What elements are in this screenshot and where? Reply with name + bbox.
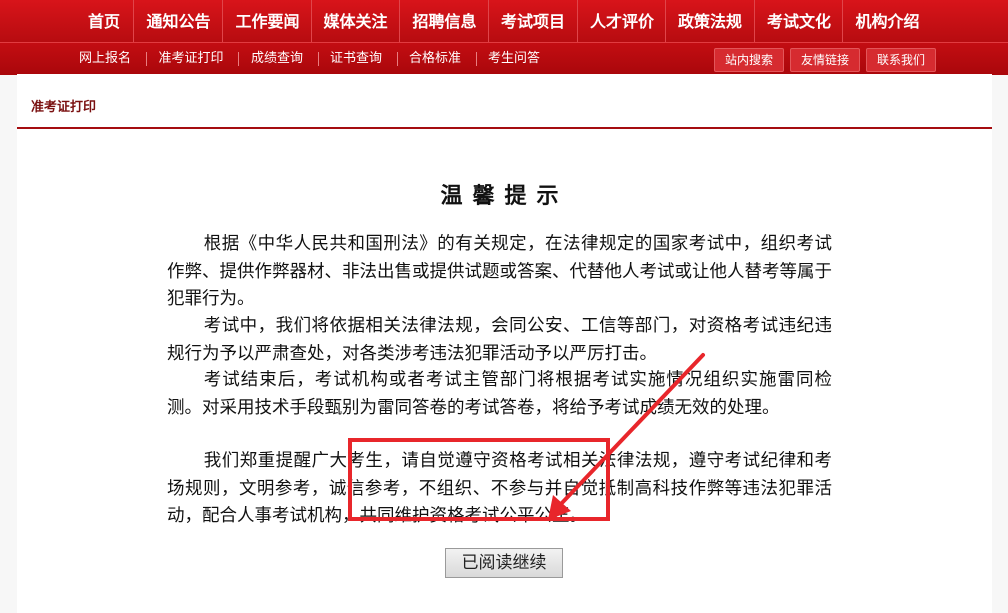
annotation-arrow-icon	[548, 353, 705, 520]
